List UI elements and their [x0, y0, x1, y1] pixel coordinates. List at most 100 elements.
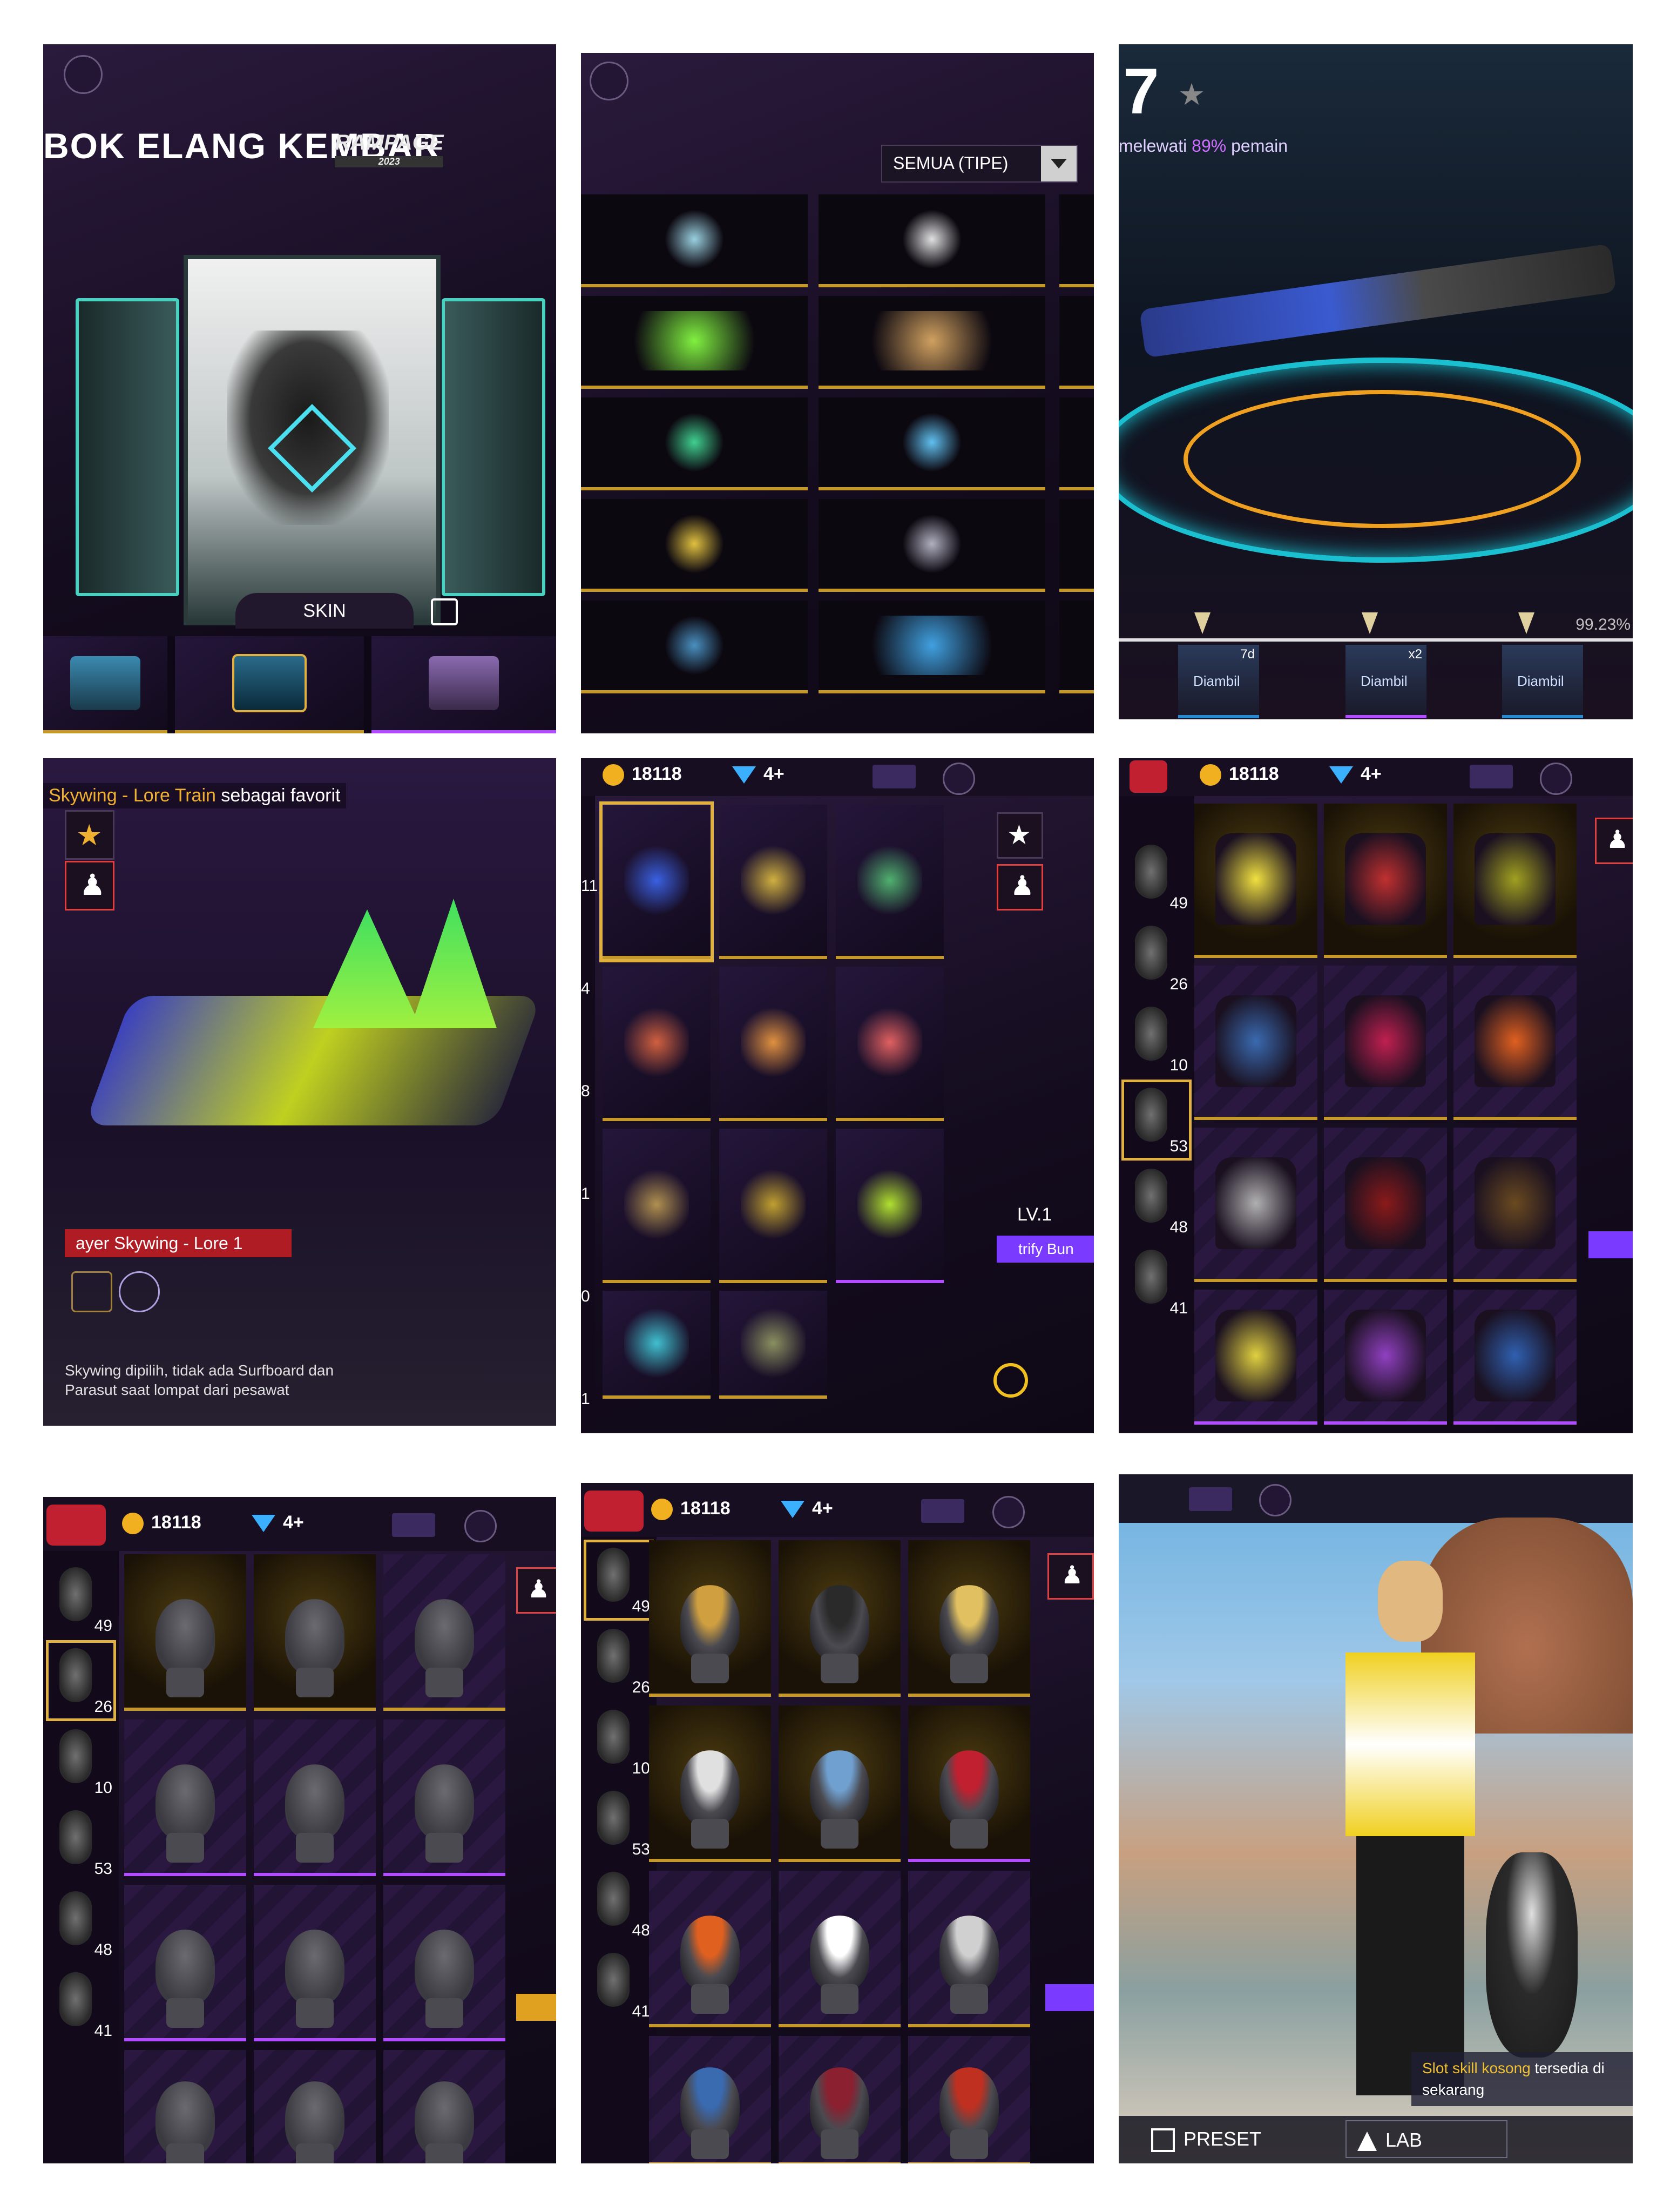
diamond-balance[interactable]: 4+ — [1329, 764, 1382, 785]
mask-item[interactable] — [254, 2050, 376, 2163]
hair-item[interactable] — [779, 1705, 901, 1862]
category-tab[interactable]: 48 — [49, 1886, 113, 1961]
bag-item[interactable] — [719, 1129, 827, 1283]
top-item[interactable] — [1453, 804, 1577, 958]
collection-item[interactable] — [581, 296, 808, 389]
preview-icon[interactable] — [431, 598, 458, 625]
mask-item[interactable] — [383, 1885, 505, 2041]
hair-item[interactable] — [649, 2036, 771, 2163]
wings-icon[interactable] — [71, 1271, 112, 1312]
collection-item[interactable] — [819, 296, 1045, 389]
rank-badge-icon[interactable] — [1130, 760, 1167, 793]
top-item[interactable] — [1194, 966, 1317, 1120]
hair-item[interactable] — [908, 1705, 1030, 1862]
collection-item[interactable] — [581, 601, 808, 693]
hexagon-icon[interactable] — [119, 1271, 160, 1312]
collection-item[interactable] — [1059, 397, 1094, 490]
category-tab[interactable]: 10 — [586, 1704, 651, 1780]
category-tab[interactable]: 49 — [49, 1562, 113, 1637]
collection-item[interactable] — [581, 397, 808, 490]
vip-icon[interactable] — [1189, 1487, 1232, 1511]
outfit-button[interactable]: ♟ — [1047, 1553, 1094, 1600]
diamond-balance[interactable]: 4+ — [252, 1512, 304, 1533]
collection-item[interactable] — [1059, 194, 1094, 287]
category-count[interactable]: 1 — [581, 1390, 590, 1408]
category-tab[interactable]: 41 — [586, 1947, 651, 2023]
bag-item[interactable] — [719, 1291, 827, 1399]
settings-icon[interactable] — [992, 1496, 1025, 1528]
type-filter-dropdown[interactable]: SEMUA (TIPE) — [881, 145, 1078, 183]
vip-icon[interactable] — [1470, 765, 1513, 788]
bag-item[interactable] — [719, 967, 827, 1121]
mask-item[interactable] — [124, 1885, 246, 2041]
mask-item[interactable] — [124, 1554, 246, 1711]
category-tab[interactable]: 41 — [49, 1967, 113, 2042]
box-thumb-2[interactable] — [175, 636, 364, 733]
lab-button[interactable]: LAB — [1345, 2120, 1507, 2158]
vip-icon[interactable] — [873, 765, 916, 788]
top-item[interactable] — [1324, 1290, 1447, 1425]
bag-item[interactable] — [603, 1129, 711, 1283]
outfit-button[interactable]: ♟ — [516, 1567, 556, 1614]
preset-button[interactable]: PRESET — [1151, 2120, 1313, 2158]
category-tab[interactable]: 48 — [586, 1866, 651, 1942]
top-item[interactable] — [1194, 1290, 1317, 1425]
bag-item[interactable] — [836, 1129, 944, 1283]
reward-card[interactable]: Diambil — [1502, 645, 1583, 718]
reward-card[interactable]: 7d Diambil — [1178, 645, 1259, 718]
category-tab[interactable]: 49 — [584, 1540, 654, 1621]
category-count[interactable]: 11 — [581, 877, 598, 895]
bundle-button[interactable]: trify Bun — [997, 1236, 1094, 1263]
top-item[interactable] — [1324, 804, 1447, 958]
vip-icon[interactable] — [392, 1513, 435, 1537]
equip-button[interactable] — [1588, 1231, 1633, 1258]
top-item[interactable] — [1194, 1128, 1317, 1282]
top-item[interactable] — [1324, 966, 1447, 1120]
collection-item[interactable] — [1059, 296, 1094, 389]
hair-item[interactable] — [779, 1540, 901, 1697]
top-item[interactable] — [1453, 1290, 1577, 1425]
category-tab[interactable]: 26 — [46, 1640, 116, 1721]
category-tab[interactable]: 26 — [1124, 920, 1189, 996]
category-tab[interactable]: 10 — [49, 1724, 113, 1799]
category-count[interactable]: 1 — [581, 1185, 590, 1203]
reward-card[interactable]: x2 Diambil — [1345, 645, 1426, 718]
top-item[interactable] — [1453, 966, 1577, 1120]
hair-item[interactable] — [649, 1871, 771, 2027]
mask-item[interactable] — [254, 1554, 376, 1711]
manage-settings-icon[interactable] — [993, 1363, 1028, 1398]
bag-item[interactable] — [603, 1291, 711, 1399]
settings-icon[interactable] — [464, 1510, 497, 1542]
mask-item[interactable] — [254, 1719, 376, 1876]
settings-icon[interactable] — [64, 55, 103, 94]
vip-icon[interactable] — [921, 1499, 964, 1523]
chevron-down-icon[interactable] — [1041, 146, 1077, 181]
hair-item[interactable] — [908, 1871, 1030, 2027]
box-thumb-1[interactable] — [43, 636, 167, 733]
collection-item[interactable] — [819, 194, 1045, 287]
mask-item[interactable] — [383, 1554, 505, 1711]
category-count[interactable]: 4 — [581, 980, 590, 998]
mask-item[interactable] — [383, 2050, 505, 2163]
outfit-button[interactable]: ♟ — [997, 864, 1043, 911]
outfit-button[interactable]: ♟ — [65, 861, 114, 911]
bag-item[interactable] — [836, 967, 944, 1121]
settings-icon[interactable] — [590, 62, 628, 100]
category-tab[interactable]: 48 — [1124, 1163, 1189, 1239]
category-tab[interactable]: 41 — [1124, 1244, 1189, 1320]
rank-badge-icon[interactable] — [584, 1491, 644, 1532]
top-item[interactable] — [1453, 1128, 1577, 1282]
category-tab[interactable]: 26 — [586, 1623, 651, 1699]
category-tab[interactable]: 53 — [49, 1805, 113, 1880]
category-tab[interactable]: 49 — [1124, 839, 1189, 915]
settings-icon[interactable] — [1540, 763, 1572, 795]
bag-item[interactable] — [719, 805, 827, 959]
top-item[interactable] — [1194, 804, 1317, 958]
category-count[interactable]: 8 — [581, 1082, 590, 1101]
mask-item[interactable] — [254, 1885, 376, 2041]
hair-item[interactable] — [908, 1540, 1030, 1697]
hair-item[interactable] — [908, 2036, 1030, 2163]
skin-tab[interactable]: SKIN — [235, 593, 414, 629]
rank-badge-icon[interactable] — [46, 1505, 106, 1546]
bag-item[interactable] — [599, 801, 714, 962]
